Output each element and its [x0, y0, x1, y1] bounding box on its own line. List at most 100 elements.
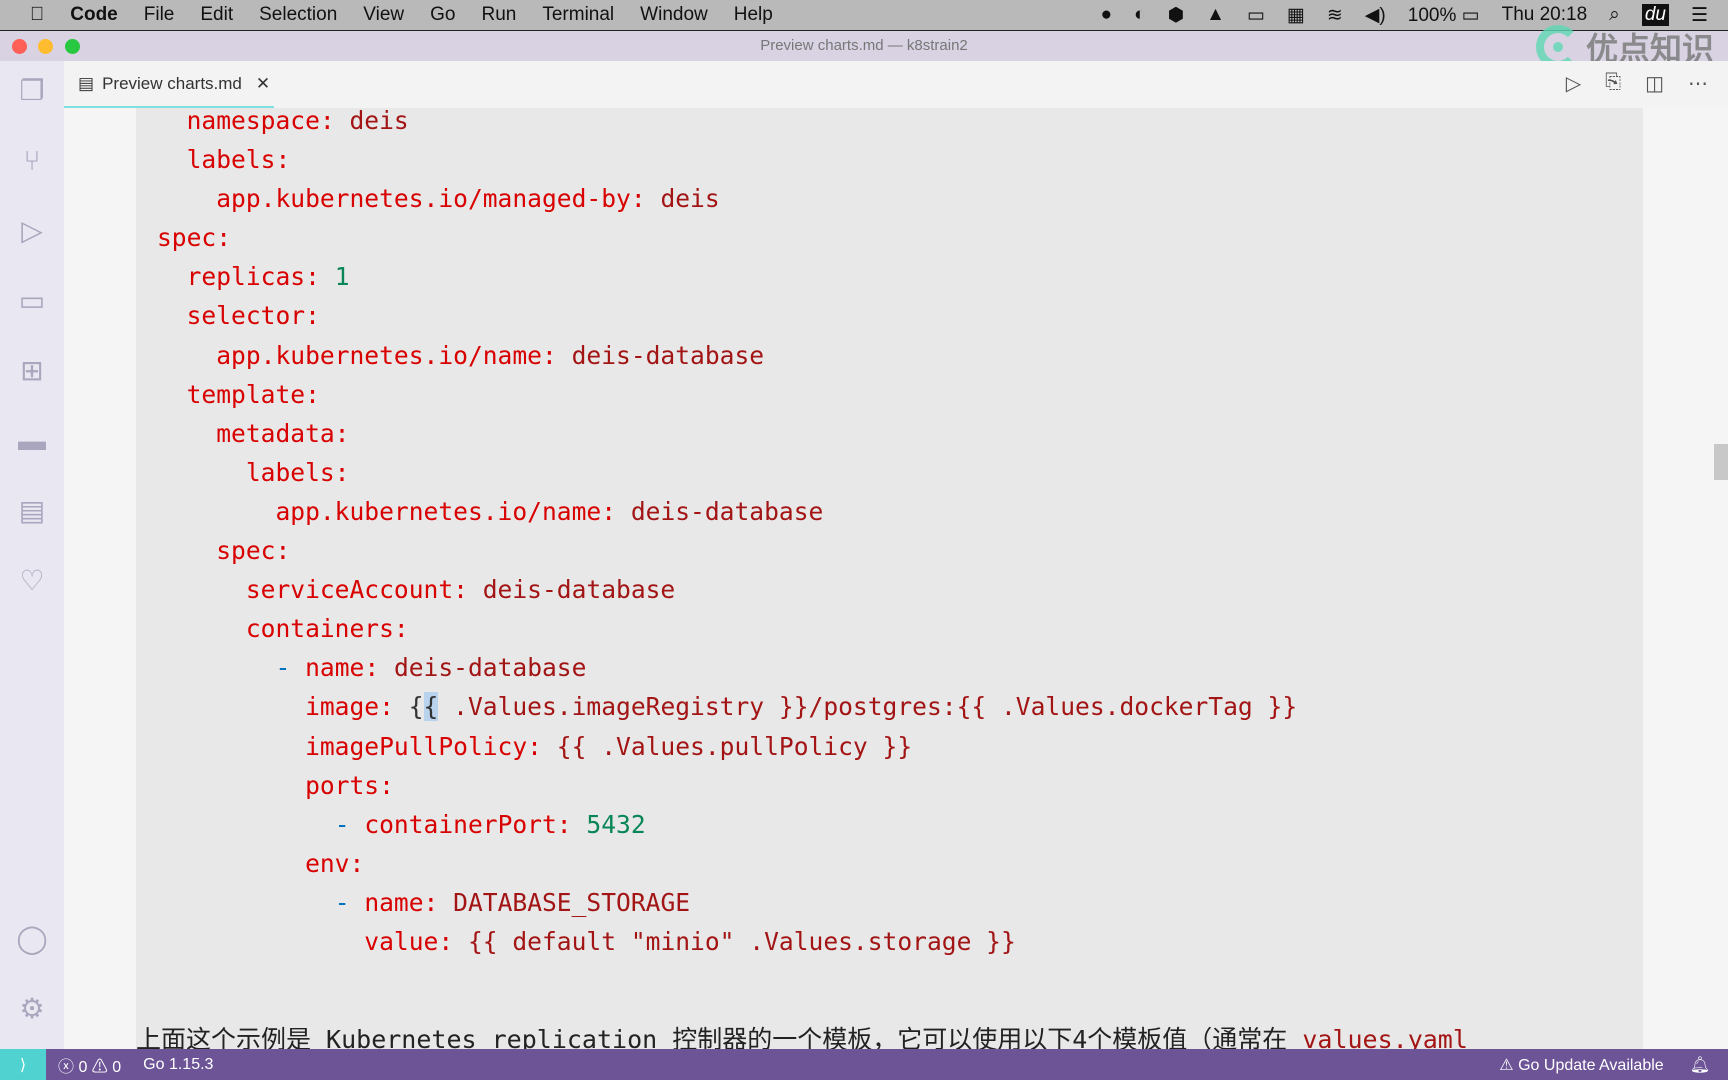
settings-gear-icon[interactable]: ⚙	[14, 991, 50, 1027]
tab-label: Preview charts.md	[102, 73, 242, 93]
du-icon[interactable]: du	[1641, 4, 1669, 26]
code-token: {{ .Values.pullPolicy }}	[556, 731, 913, 761]
memory-icon[interactable]: ▦	[1287, 4, 1305, 27]
code-block: namespace: deis labels: app.kubernetes.i…	[136, 108, 1643, 1049]
run-debug-icon[interactable]: ▷	[14, 213, 50, 249]
code-token: containerPort:	[364, 809, 587, 839]
apple-icon[interactable]: 	[30, 4, 44, 26]
clock[interactable]: Thu 20:18	[1502, 4, 1588, 26]
remote-indicator[interactable]: ⟩	[0, 1049, 46, 1080]
remote-explorer-icon[interactable]: ▭	[14, 283, 50, 319]
bell-status-icon[interactable]: ▲	[1206, 4, 1225, 26]
yaml-code: namespace: deis labels: app.kubernetes.i…	[157, 108, 1297, 961]
code-line: labels:	[157, 140, 1297, 179]
code-token: deis	[660, 184, 720, 214]
run-icon[interactable]: ▷	[1566, 71, 1581, 96]
code-token: app.kubernetes.io/managed-by:	[157, 184, 661, 214]
code-token: imagePullPolicy:	[157, 731, 557, 761]
problems-indicator[interactable]: ⓧ 0 ⚠ 0	[58, 1053, 121, 1077]
code-token: app.kubernetes.io/name:	[157, 340, 572, 370]
code-line: namespace: deis	[157, 108, 1297, 140]
code-line: value: {{ default "minio" .Values.storag…	[157, 922, 1297, 961]
window-title: Preview charts.md — k8strain2	[760, 37, 968, 54]
menu-view[interactable]: View	[363, 4, 404, 26]
code-token: deis-database	[571, 340, 765, 370]
notifications-bell-icon[interactable]: 🔔︎	[1690, 1055, 1710, 1075]
code-line: app.kubernetes.io/name: deis-database	[157, 492, 1297, 531]
code-token: replicas:	[157, 262, 335, 292]
split-editor-icon[interactable]: ◫	[1645, 71, 1664, 96]
menu-selection[interactable]: Selection	[259, 4, 337, 26]
code-token: image:	[157, 692, 409, 722]
wifi-icon[interactable]: ≋	[1327, 4, 1343, 27]
code-token: -	[275, 653, 306, 683]
code-line: - name: DATABASE_STORAGE	[157, 883, 1297, 922]
code-token: {	[423, 692, 439, 722]
code-token: .Values.imageRegistry }}/postgres:{{ .Va…	[438, 692, 1298, 722]
code-line: app.kubernetes.io/managed-by: deis	[157, 179, 1297, 218]
spotlight-search-icon[interactable]: ⌕	[1609, 4, 1620, 26]
heart-icon[interactable]: ♡	[14, 563, 50, 599]
volume-icon[interactable]: ◀)	[1365, 4, 1386, 27]
error-count: 0	[78, 1058, 88, 1076]
code-line: replicas: 1	[157, 257, 1297, 296]
extensions-icon[interactable]: ⊞	[14, 353, 50, 389]
code-token: -	[334, 809, 365, 839]
code-line: spec:	[157, 218, 1297, 257]
go-update-notice[interactable]: ⚠ Go Update Available	[1499, 1055, 1663, 1075]
code-token: deis-database	[630, 496, 824, 526]
menu-file[interactable]: File	[144, 4, 175, 26]
code-token: containers:	[157, 614, 409, 644]
battery-status[interactable]: 100% ▭	[1408, 4, 1480, 27]
code-token: 5432	[586, 809, 646, 839]
account-icon[interactable]: ◯	[14, 921, 50, 957]
code-token: -	[334, 887, 365, 917]
app-status-icon[interactable]: ◐	[1134, 4, 1145, 26]
tab-preview-charts[interactable]: ▤ Preview charts.md ✕	[64, 61, 274, 108]
code-line: spec:	[157, 531, 1297, 570]
open-source-icon[interactable]: ⎘	[1605, 71, 1621, 96]
explorer-icon[interactable]: ❐	[14, 73, 50, 109]
menu-window[interactable]: Window	[640, 4, 708, 26]
code-line: template:	[157, 375, 1297, 414]
code-line: labels:	[157, 453, 1297, 492]
code-token: spec:	[157, 536, 291, 566]
code-line: serviceAccount: deis-database	[157, 570, 1297, 609]
menu-bar:  Code File Edit Selection View Go Run T…	[0, 0, 1728, 30]
airplay-icon[interactable]: ▭	[1247, 4, 1265, 27]
tab-bar: ▤ Preview charts.md ✕ ▷ ⎘ ◫ ⋯	[64, 61, 1728, 108]
code-token: labels:	[157, 145, 291, 175]
code-token: 1	[334, 262, 350, 292]
code-token: value:	[157, 926, 468, 956]
code-token: env:	[157, 848, 365, 878]
go-version[interactable]: Go 1.15.3	[143, 1056, 213, 1074]
preview-panel-icon[interactable]: ▤	[14, 493, 50, 529]
menu-go[interactable]: Go	[430, 4, 455, 26]
folder-icon[interactable]: ▬	[14, 423, 50, 459]
scrollbar-thumb[interactable]	[1714, 444, 1728, 480]
markdown-preview[interactable]: namespace: deis labels: app.kubernetes.i…	[64, 108, 1728, 1049]
more-actions-icon[interactable]: ⋯	[1688, 71, 1708, 96]
close-tab-icon[interactable]: ✕	[256, 74, 270, 94]
shield-icon[interactable]: ⬢	[1168, 4, 1185, 27]
title-bar: Preview charts.md — k8strain2	[0, 30, 1728, 61]
menu-help[interactable]: Help	[734, 4, 773, 26]
code-token: deis-database	[482, 575, 676, 605]
menu-app-code[interactable]: Code	[70, 4, 118, 26]
menu-terminal[interactable]: Terminal	[542, 4, 614, 26]
code-line: metadata:	[157, 414, 1297, 453]
menu-edit[interactable]: Edit	[200, 4, 233, 26]
battery-percent: 100%	[1407, 4, 1457, 26]
code-line: - containerPort: 5432	[157, 805, 1297, 844]
code-token: name:	[305, 653, 394, 683]
menu-run[interactable]: Run	[482, 4, 517, 26]
code-line: - name: deis-database	[157, 648, 1297, 687]
code-line: env:	[157, 844, 1297, 883]
code-token: template:	[157, 379, 320, 409]
source-control-icon[interactable]: ⑂	[14, 143, 50, 179]
code-line: selector:	[157, 296, 1297, 335]
paragraph-text: 上面这个示例是 Kubernetes replication 控制器的一个模板，…	[136, 1025, 1303, 1049]
obs-icon[interactable]: ●	[1101, 4, 1112, 26]
